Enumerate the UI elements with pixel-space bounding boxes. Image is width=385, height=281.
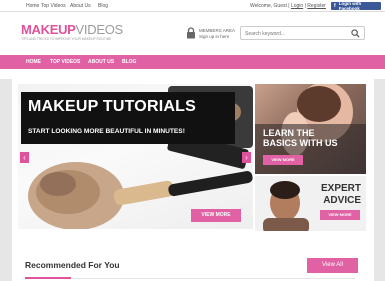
slide-title: MAKEUP TUTORIALS — [28, 98, 196, 115]
site-header: MAKEUPVIDEOS TIPS AND TRICKS TO IMPROVE … — [0, 12, 385, 55]
nav-item-top-videos[interactable]: TOP VIDEOS — [50, 59, 80, 65]
panel-expert-heading: EXPERT ADVICE — [316, 183, 361, 207]
main-nav: HOME TOP VIDEOS ABOUT US BLOG — [0, 55, 385, 69]
top-link-blog[interactable]: Blog — [98, 3, 108, 9]
panel-basics-line2: BASICS WITH US — [263, 138, 338, 148]
site-logo[interactable]: MAKEUPVIDEOS — [21, 22, 123, 37]
register-link[interactable]: Register — [307, 3, 326, 9]
panel-basics-heading: LEARN THE BASICS WITH US — [263, 128, 338, 148]
login-link[interactable]: Login — [291, 3, 303, 9]
logo-accent: VIDEOS — [75, 22, 124, 37]
members-signup-link[interactable]: Sign up in here — [199, 34, 235, 40]
panel-basics-view-more-button[interactable]: VIEW MORE — [263, 155, 303, 165]
slide-view-more-button[interactable]: VIEW MORE — [191, 209, 241, 222]
welcome-prefix: Welcome, Guest | — [250, 3, 290, 9]
site-tagline: TIPS AND TRICKS TO IMPROVE YOUR MAKEUP R… — [21, 37, 112, 41]
recommended-heading: Recommended For You — [25, 260, 120, 270]
slide-caption: MAKEUP TUTORIALS START LOOKING MORE BEAU… — [21, 92, 235, 144]
heading-underline — [25, 277, 71, 279]
top-utility-bar: Home Top Videos About Us Blog Welcome, G… — [0, 0, 385, 12]
section-divider — [25, 278, 355, 279]
top-link-about-us[interactable]: About Us — [70, 3, 91, 9]
search-box — [240, 26, 365, 40]
nav-item-blog[interactable]: BLOG — [122, 59, 136, 65]
top-link-top-videos[interactable]: Top Videos — [41, 3, 66, 9]
logo-main: MAKEUP — [21, 22, 76, 37]
search-icon[interactable] — [351, 29, 360, 38]
nav-spacer — [0, 69, 385, 79]
nav-item-home[interactable]: HOME — [26, 59, 41, 65]
hero-slider: MAKEUP TUTORIALS START LOOKING MORE BEAU… — [18, 84, 253, 229]
panel-expert-view-more-button[interactable]: VIEW MORE — [320, 210, 360, 220]
slider-next-button[interactable]: › — [242, 152, 251, 163]
facebook-button-label: Login with Facebook — [338, 1, 362, 11]
panel-expert-line1: EXPERT — [320, 183, 361, 194]
panel-expert-line2: ADVICE — [323, 195, 361, 206]
welcome-text: Welcome, Guest | Login | Register — [250, 3, 326, 9]
slide-subtitle: START LOOKING MORE BEAUTIFUL IN MINUTES! — [28, 128, 185, 135]
lock-icon — [187, 27, 195, 39]
welcome-separator: | — [304, 3, 306, 9]
view-all-button[interactable]: View All — [307, 258, 358, 273]
panel-basics-line1: LEARN THE — [263, 128, 315, 138]
top-link-home[interactable]: Home — [26, 3, 39, 9]
members-area[interactable]: MEMBERS AREA Sign up in here — [199, 28, 235, 40]
slider-prev-button[interactable]: ‹ — [20, 152, 29, 163]
search-input[interactable] — [245, 29, 345, 38]
facebook-login-button[interactable]: f Login with Facebook — [331, 1, 381, 11]
nav-item-about-us[interactable]: ABOUT US — [88, 59, 114, 65]
